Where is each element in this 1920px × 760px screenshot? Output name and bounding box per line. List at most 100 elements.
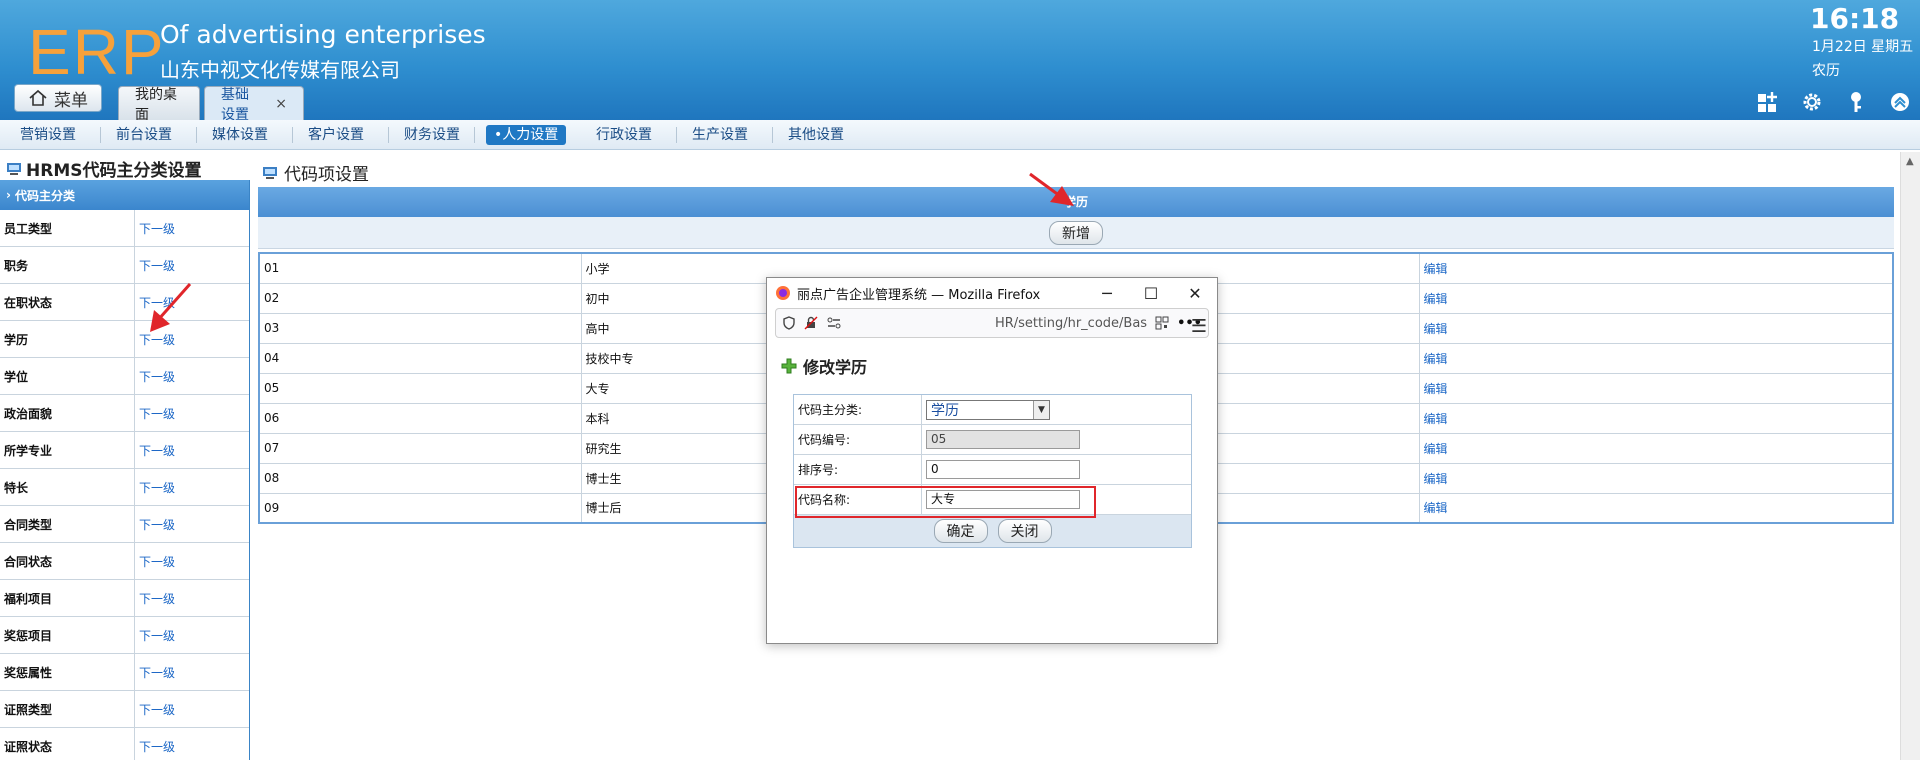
category-row: 学位 下一级 — [0, 358, 249, 395]
popup-titlebar[interactable]: 丽点广告企业管理系统 — Mozilla Firefox ─ ☐ ✕ — [767, 278, 1217, 308]
close-button[interactable]: 关闭 — [997, 519, 1052, 543]
code-cell: 05 — [259, 373, 582, 404]
category-row: 福利项目 下一级 — [0, 580, 249, 617]
category-row: 奖惩属性 下一级 — [0, 654, 249, 691]
lunar-calendar: 农历 — [1812, 63, 1840, 79]
subnav-other[interactable]: 其他设置 — [788, 125, 844, 145]
subnav-customer[interactable]: 客户设置 — [308, 125, 364, 145]
form-actions: 确定 关闭 — [794, 515, 1191, 547]
permissions-icon[interactable] — [826, 316, 842, 330]
popup-url-bar[interactable]: HR/setting/hr_code/Bas ••• — [775, 308, 1209, 338]
edit-link[interactable]: 编辑 — [1419, 463, 1893, 494]
edit-link[interactable]: 编辑 — [1419, 253, 1893, 284]
code-cell: 09 — [259, 493, 582, 524]
chevron-right-icon: › — [6, 188, 11, 202]
subnav-production[interactable]: 生产设置 — [692, 125, 748, 145]
gear-icon[interactable] — [1800, 90, 1824, 114]
category-name: 员工类型 — [0, 210, 135, 246]
menu-button[interactable]: 菜单 — [14, 84, 102, 112]
category-next-level-link[interactable]: 下一级 — [135, 257, 175, 274]
subnav-divider — [772, 127, 773, 143]
main-title-text: 代码项设置 — [284, 165, 369, 185]
subnav-front-desk[interactable]: 前台设置 — [116, 125, 172, 145]
category-row: 政治面貌 下一级 — [0, 395, 249, 432]
company-name-cn: 山东中视文化传媒有限公司 — [160, 58, 400, 82]
chevron-down-icon[interactable]: ▼ — [1033, 400, 1049, 419]
confirm-button[interactable]: 确定 — [933, 519, 988, 543]
subnav-finance[interactable]: 财务设置 — [404, 125, 460, 145]
category-next-level-link[interactable]: 下一级 — [135, 479, 175, 496]
edit-link[interactable]: 编辑 — [1419, 493, 1893, 524]
category-name: 在职状态 — [0, 284, 135, 320]
subnav-divider — [196, 127, 197, 143]
category-next-level-link[interactable]: 下一级 — [135, 516, 175, 533]
edit-form: 代码主分类: 学历 ▼ 代码编号: 05 排序号: 0 代码名称: 大专 确定 … — [793, 394, 1192, 548]
edit-link[interactable]: 编辑 — [1419, 373, 1893, 404]
category-next-level-link[interactable]: 下一级 — [135, 738, 175, 755]
code-cell: 07 — [259, 433, 582, 464]
vertical-scrollbar[interactable]: ▲ — [1900, 152, 1920, 760]
tab-my-desktop[interactable]: 我的桌面 — [118, 86, 200, 123]
subnav-media[interactable]: 媒体设置 — [212, 125, 268, 145]
code-label: 代码编号: — [794, 425, 922, 454]
collapse-icon[interactable] — [1888, 90, 1912, 114]
name-field[interactable]: 大专 — [926, 490, 1080, 509]
tab-close-icon[interactable]: × — [275, 96, 287, 112]
form-row-category: 代码主分类: 学历 ▼ — [794, 395, 1191, 425]
left-title-text: HRMS代码主分类设置 — [26, 161, 202, 181]
category-next-level-link[interactable]: 下一级 — [135, 294, 175, 311]
code-table-header: 学历 — [258, 187, 1894, 217]
category-next-level-link[interactable]: 下一级 — [135, 405, 175, 422]
key-icon[interactable] — [1844, 90, 1868, 114]
category-header-label: 代码主分类 — [14, 188, 75, 203]
left-panel-title: HRMS代码主分类设置 — [6, 156, 201, 181]
firefox-icon — [776, 286, 790, 300]
name-label: 代码名称: — [794, 485, 922, 514]
category-label: 代码主分类: — [794, 395, 922, 424]
minimize-icon[interactable]: ─ — [1085, 284, 1129, 303]
category-next-level-link[interactable]: 下一级 — [135, 627, 175, 644]
edit-link[interactable]: 编辑 — [1419, 403, 1893, 434]
category-next-level-link[interactable]: 下一级 — [135, 442, 175, 459]
shield-icon[interactable] — [782, 316, 796, 330]
category-next-level-link[interactable]: 下一级 — [135, 701, 175, 718]
category-select-value: 学历 — [931, 402, 959, 419]
home-icon — [29, 89, 47, 106]
category-row: 员工类型 下一级 — [0, 210, 249, 247]
edit-link[interactable]: 编辑 — [1419, 313, 1893, 344]
add-widget-icon[interactable] — [1756, 90, 1780, 114]
subnav-divider — [100, 127, 101, 143]
subnav-marketing[interactable]: 营销设置 — [20, 125, 76, 145]
tab-label: 基础设置 — [221, 86, 249, 123]
category-next-level-link[interactable]: 下一级 — [135, 331, 175, 348]
category-next-level-link[interactable]: 下一级 — [135, 664, 175, 681]
insecure-lock-icon[interactable] — [804, 316, 818, 330]
subnav-admin[interactable]: 行政设置 — [596, 125, 652, 145]
tab-basic-settings[interactable]: 基础设置 × — [204, 86, 304, 123]
category-select[interactable]: 学历 ▼ — [926, 399, 1050, 420]
maximize-icon[interactable]: ☐ — [1129, 284, 1173, 303]
category-next-level-link[interactable]: 下一级 — [135, 553, 175, 570]
qr-code-icon[interactable] — [1155, 316, 1169, 330]
category-name: 福利项目 — [0, 580, 135, 616]
edit-link[interactable]: 编辑 — [1419, 433, 1893, 464]
edit-link[interactable]: 编辑 — [1419, 283, 1893, 314]
subnav-hr[interactable]: •人力设置 — [486, 125, 567, 145]
close-icon[interactable]: ✕ — [1173, 284, 1217, 303]
code-cell: 03 — [259, 313, 582, 344]
order-field[interactable]: 0 — [926, 460, 1080, 479]
category-next-level-link[interactable]: 下一级 — [135, 220, 175, 237]
category-next-level-link[interactable]: 下一级 — [135, 590, 175, 607]
category-name: 合同类型 — [0, 506, 135, 542]
clock-time: 16:18 — [1810, 2, 1900, 35]
erp-logo: ERP — [28, 16, 166, 88]
scroll-up-icon[interactable]: ▲ — [1906, 156, 1914, 167]
popup-url[interactable]: HR/setting/hr_code/Bas — [850, 316, 1147, 331]
code-cell: 04 — [259, 343, 582, 374]
edit-link[interactable]: 编辑 — [1419, 343, 1893, 374]
code-cell: 01 — [259, 253, 582, 284]
add-button[interactable]: 新增 — [1049, 220, 1103, 245]
category-next-level-link[interactable]: 下一级 — [135, 368, 175, 385]
category-row: 证照状态 下一级 — [0, 728, 249, 760]
hamburger-menu-icon[interactable]: ☰ — [1191, 316, 1207, 337]
